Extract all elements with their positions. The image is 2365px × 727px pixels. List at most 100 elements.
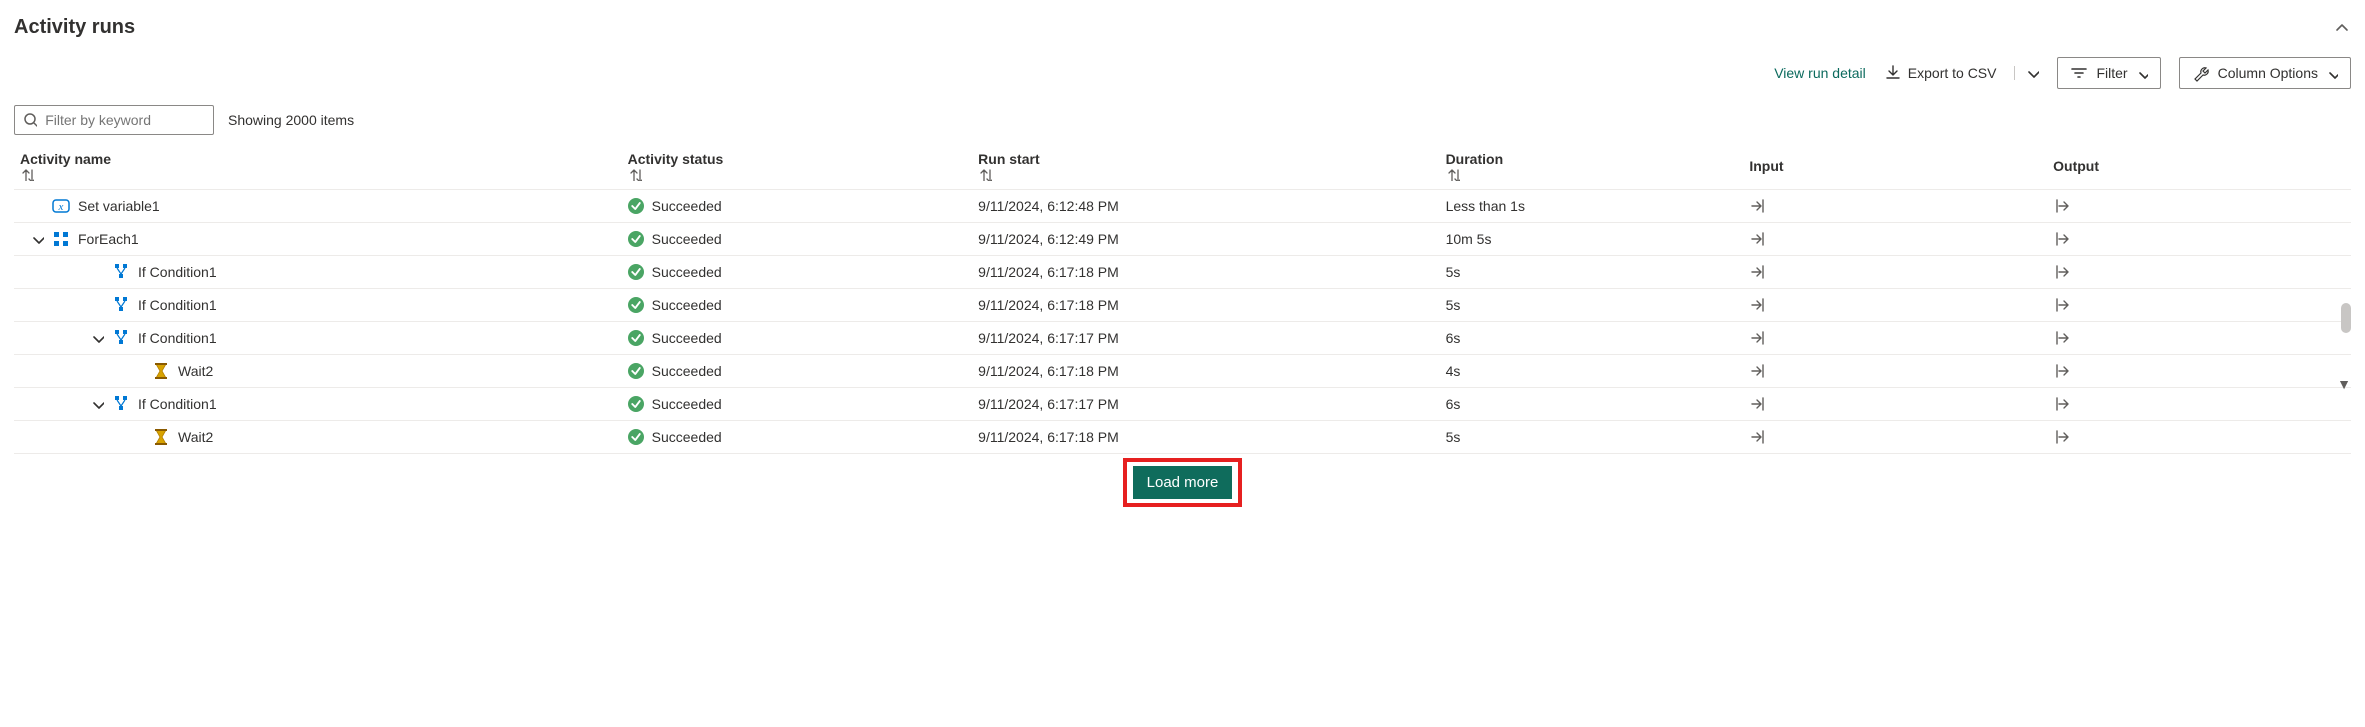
load-more-button[interactable]: Load more — [1133, 466, 1233, 499]
status-text: Succeeded — [652, 396, 722, 412]
success-icon — [628, 264, 644, 280]
run-start: 9/11/2024, 6:12:49 PM — [972, 223, 1439, 256]
activity-name: Wait2 — [178, 363, 213, 379]
status-text: Succeeded — [652, 198, 722, 214]
col-activity-status[interactable]: Activity status — [628, 151, 724, 167]
input-icon[interactable] — [1749, 329, 2041, 347]
search-icon — [23, 112, 37, 128]
output-icon[interactable] — [2053, 296, 2345, 314]
col-run-start[interactable]: Run start — [978, 151, 1039, 167]
filter-keyword-input[interactable] — [43, 111, 205, 129]
sort-icon[interactable] — [628, 167, 967, 181]
scrollbar-thumb[interactable] — [2341, 303, 2351, 333]
col-output: Output — [2053, 158, 2099, 174]
foreach-icon — [52, 230, 70, 248]
chevron-down-icon — [2025, 66, 2039, 80]
col-input: Input — [1749, 158, 1783, 174]
output-icon[interactable] — [2053, 230, 2345, 248]
run-start: 9/11/2024, 6:17:18 PM — [972, 289, 1439, 322]
success-icon — [628, 198, 644, 214]
sort-icon[interactable] — [20, 167, 616, 181]
success-icon — [628, 363, 644, 379]
success-icon — [628, 429, 644, 445]
column-options-button[interactable]: Column Options — [2179, 57, 2351, 89]
duration: 5s — [1440, 421, 1744, 454]
status-text: Succeeded — [652, 429, 722, 445]
condition-icon — [112, 329, 130, 347]
toolbar: View run detail Export to CSV Filter Col… — [14, 57, 2351, 89]
export-csv-dropdown[interactable] — [2014, 66, 2039, 80]
status-text: Succeeded — [652, 297, 722, 313]
sort-icon[interactable] — [978, 167, 1433, 181]
output-icon[interactable] — [2053, 428, 2345, 446]
activity-runs-table: Activity name Activity status Run start … — [14, 143, 2351, 454]
wait-icon — [152, 428, 170, 446]
output-icon[interactable] — [2053, 197, 2345, 215]
col-duration[interactable]: Duration — [1446, 151, 1504, 167]
input-icon[interactable] — [1749, 296, 2041, 314]
success-icon — [628, 330, 644, 346]
activity-name: ForEach1 — [78, 231, 139, 247]
output-icon[interactable] — [2053, 362, 2345, 380]
export-csv-button[interactable]: Export to CSV — [1884, 64, 1997, 82]
status-text: Succeeded — [652, 330, 722, 346]
sort-icon[interactable] — [1446, 167, 1738, 181]
col-activity-name[interactable]: Activity name — [20, 151, 111, 167]
output-icon[interactable] — [2053, 329, 2345, 347]
scroll-down-arrow[interactable]: ▼ — [2337, 376, 2351, 392]
variable-icon — [52, 197, 70, 215]
duration: 6s — [1440, 388, 1744, 421]
filter-button[interactable]: Filter — [2057, 57, 2160, 89]
table-row[interactable]: Wait2 Succeeded 9/11/2024, 6:17:18 PM5s — [14, 421, 2351, 454]
table-row[interactable]: If Condition1 Succeeded 9/11/2024, 6:17:18… — [14, 289, 2351, 322]
duration: 5s — [1440, 289, 1744, 322]
activity-name: If Condition1 — [138, 297, 217, 313]
run-start: 9/11/2024, 6:17:18 PM — [972, 421, 1439, 454]
collapse-panel-icon[interactable] — [2333, 19, 2351, 37]
load-more-highlight: Load more — [1123, 458, 1243, 507]
condition-icon — [112, 296, 130, 314]
duration: 10m 5s — [1440, 223, 1744, 256]
status-text: Succeeded — [652, 264, 722, 280]
table-row[interactable]: If Condition1 Succeeded 9/11/2024, 6:17:17… — [14, 322, 2351, 355]
output-icon[interactable] — [2053, 395, 2345, 413]
activity-name: Wait2 — [178, 429, 213, 445]
success-icon — [628, 297, 644, 313]
view-run-detail-link[interactable]: View run detail — [1774, 65, 1866, 81]
success-icon — [628, 231, 644, 247]
table-row[interactable]: If Condition1 Succeeded 9/11/2024, 6:17:18… — [14, 256, 2351, 289]
table-row[interactable]: Wait2Succeeded9/11/2024, 6:17:18 PM4s — [14, 355, 2351, 388]
activity-name: If Condition1 — [138, 396, 217, 412]
status-text: Succeeded — [652, 231, 722, 247]
input-icon[interactable] — [1749, 263, 2041, 281]
filter-icon — [2070, 64, 2088, 82]
expand-toggle[interactable] — [90, 331, 104, 345]
duration: Less than 1s — [1440, 190, 1744, 223]
filter-keyword-input-wrap[interactable] — [14, 105, 214, 135]
chevron-down-icon — [2326, 67, 2338, 79]
run-start: 9/11/2024, 6:17:17 PM — [972, 322, 1439, 355]
activity-name: If Condition1 — [138, 264, 217, 280]
output-icon[interactable] — [2053, 263, 2345, 281]
table-row[interactable]: Set variable1Succeeded9/11/2024, 6:12:48… — [14, 190, 2351, 223]
chevron-down-icon — [2136, 67, 2148, 79]
wait-icon — [152, 362, 170, 380]
run-start: 9/11/2024, 6:17:17 PM — [972, 388, 1439, 421]
activity-name: If Condition1 — [138, 330, 217, 346]
duration: 6s — [1440, 322, 1744, 355]
input-icon[interactable] — [1749, 395, 2041, 413]
input-icon[interactable] — [1749, 230, 2041, 248]
run-start: 9/11/2024, 6:17:18 PM — [972, 256, 1439, 289]
input-icon[interactable] — [1749, 428, 2041, 446]
expand-toggle[interactable] — [30, 232, 44, 246]
status-text: Succeeded — [652, 363, 722, 379]
input-icon[interactable] — [1749, 197, 2041, 215]
input-icon[interactable] — [1749, 362, 2041, 380]
expand-toggle[interactable] — [90, 397, 104, 411]
download-icon — [1884, 64, 1902, 82]
duration: 4s — [1440, 355, 1744, 388]
wrench-icon — [2192, 64, 2210, 82]
condition-icon — [112, 395, 130, 413]
table-row[interactable]: ForEach1 Succeeded 9/11/2024, 6:12:49 PM10… — [14, 223, 2351, 256]
table-row[interactable]: If Condition1 Succeeded 9/11/2024, 6:17:17… — [14, 388, 2351, 421]
